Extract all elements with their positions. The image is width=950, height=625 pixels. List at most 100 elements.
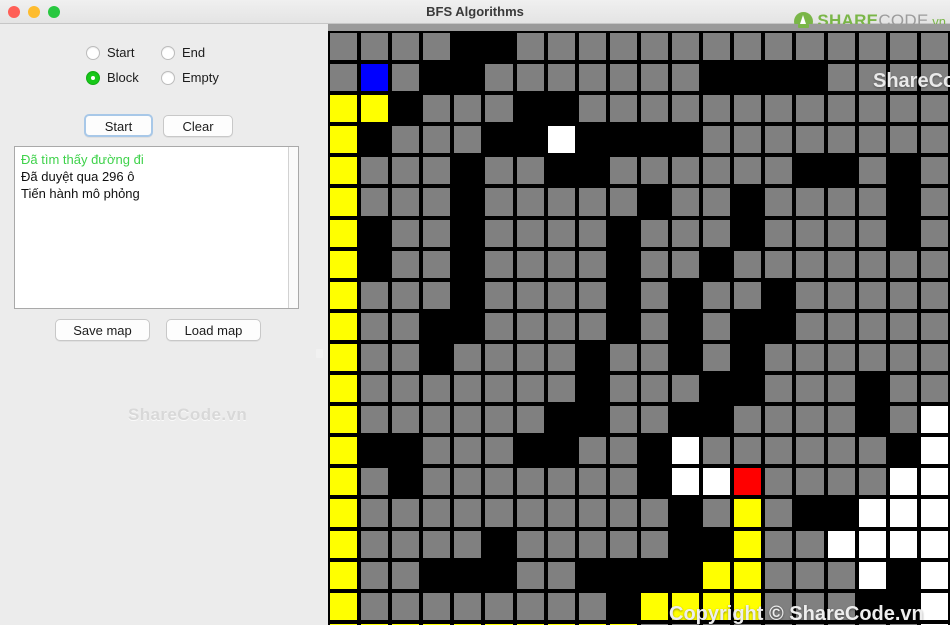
empty-cell[interactable] xyxy=(545,62,577,94)
empty-cell[interactable] xyxy=(390,155,422,187)
empty-cell[interactable] xyxy=(887,248,919,280)
block-cell[interactable] xyxy=(452,310,484,342)
start-button[interactable]: Start xyxy=(84,114,153,137)
empty-cell[interactable] xyxy=(794,435,826,467)
block-cell[interactable] xyxy=(670,341,702,374)
path-cell[interactable] xyxy=(328,559,360,591)
empty-cell[interactable] xyxy=(794,186,826,218)
block-cell[interactable] xyxy=(452,279,484,311)
block-cell[interactable] xyxy=(452,155,484,187)
empty-cell[interactable] xyxy=(359,186,391,218)
empty-cell[interactable] xyxy=(328,31,360,63)
empty-cell[interactable] xyxy=(545,373,577,405)
empty-cell[interactable] xyxy=(576,528,608,560)
block-cell[interactable] xyxy=(452,31,484,63)
empty-cell[interactable] xyxy=(483,248,515,280)
block-cell[interactable] xyxy=(794,62,826,94)
block-cell[interactable] xyxy=(670,279,702,311)
empty-cell[interactable] xyxy=(421,528,453,560)
empty-cell[interactable] xyxy=(452,435,484,467)
empty-cell[interactable] xyxy=(607,186,639,218)
save-map-button[interactable]: Save map xyxy=(55,319,150,341)
empty-cell[interactable] xyxy=(825,373,857,405)
empty-cell[interactable] xyxy=(483,93,515,125)
empty-cell[interactable] xyxy=(856,31,888,63)
empty-cell[interactable] xyxy=(576,248,608,280)
empty-cell[interactable] xyxy=(483,373,515,405)
visited-cell[interactable] xyxy=(918,559,950,591)
empty-cell[interactable] xyxy=(763,466,795,498)
empty-cell[interactable] xyxy=(483,466,515,498)
block-cell[interactable] xyxy=(825,155,857,187)
empty-cell[interactable] xyxy=(452,124,484,156)
empty-cell[interactable] xyxy=(514,373,546,405)
empty-cell[interactable] xyxy=(856,217,888,249)
empty-cell[interactable] xyxy=(607,435,639,467)
path-cell[interactable] xyxy=(638,590,671,622)
visited-cell[interactable] xyxy=(856,528,888,560)
block-cell[interactable] xyxy=(421,310,453,342)
empty-cell[interactable] xyxy=(794,217,826,249)
empty-cell[interactable] xyxy=(825,341,857,374)
block-cell[interactable] xyxy=(452,217,484,249)
empty-cell[interactable] xyxy=(359,528,391,560)
block-cell[interactable] xyxy=(421,62,453,94)
empty-cell[interactable] xyxy=(390,31,422,63)
path-cell[interactable] xyxy=(732,590,764,622)
path-cell[interactable] xyxy=(328,404,360,436)
empty-cell[interactable] xyxy=(545,341,577,374)
block-cell[interactable] xyxy=(576,404,608,436)
empty-cell[interactable] xyxy=(918,155,950,187)
visited-cell[interactable] xyxy=(918,466,950,498)
empty-cell[interactable] xyxy=(483,217,515,249)
block-cell[interactable] xyxy=(856,404,888,436)
empty-cell[interactable] xyxy=(701,310,733,342)
empty-cell[interactable] xyxy=(483,62,515,94)
block-cell[interactable] xyxy=(607,590,639,622)
empty-cell[interactable] xyxy=(763,435,795,467)
block-cell[interactable] xyxy=(732,217,764,249)
visited-cell[interactable] xyxy=(825,528,857,560)
empty-cell[interactable] xyxy=(763,31,795,63)
block-cell[interactable] xyxy=(390,93,422,125)
empty-cell[interactable] xyxy=(887,62,919,94)
path-cell[interactable] xyxy=(701,559,733,591)
empty-cell[interactable] xyxy=(452,373,484,405)
empty-cell[interactable] xyxy=(763,186,795,218)
empty-cell[interactable] xyxy=(359,497,391,529)
empty-cell[interactable] xyxy=(638,404,671,436)
empty-cell[interactable] xyxy=(856,186,888,218)
empty-cell[interactable] xyxy=(452,93,484,125)
empty-cell[interactable] xyxy=(794,310,826,342)
visited-cell[interactable] xyxy=(918,590,950,622)
block-cell[interactable] xyxy=(701,528,733,560)
empty-cell[interactable] xyxy=(607,31,639,63)
empty-cell[interactable] xyxy=(794,124,826,156)
block-cell[interactable] xyxy=(607,559,639,591)
block-cell[interactable] xyxy=(670,528,702,560)
path-cell[interactable] xyxy=(328,466,360,498)
empty-cell[interactable] xyxy=(825,590,857,622)
path-cell[interactable] xyxy=(328,528,360,560)
empty-cell[interactable] xyxy=(732,435,764,467)
empty-cell[interactable] xyxy=(483,310,515,342)
empty-cell[interactable] xyxy=(763,248,795,280)
empty-cell[interactable] xyxy=(638,248,671,280)
empty-cell[interactable] xyxy=(794,93,826,125)
block-cell[interactable] xyxy=(452,559,484,591)
empty-cell[interactable] xyxy=(421,279,453,311)
empty-cell[interactable] xyxy=(452,341,484,374)
empty-cell[interactable] xyxy=(825,279,857,311)
end-cell[interactable] xyxy=(732,466,764,498)
empty-cell[interactable] xyxy=(390,590,422,622)
empty-cell[interactable] xyxy=(638,279,671,311)
empty-cell[interactable] xyxy=(794,590,826,622)
empty-cell[interactable] xyxy=(514,497,546,529)
empty-cell[interactable] xyxy=(856,62,888,94)
empty-cell[interactable] xyxy=(887,310,919,342)
log-scrollbar[interactable] xyxy=(288,147,298,308)
empty-cell[interactable] xyxy=(794,466,826,498)
empty-cell[interactable] xyxy=(545,310,577,342)
empty-cell[interactable] xyxy=(452,497,484,529)
block-cell[interactable] xyxy=(763,62,795,94)
